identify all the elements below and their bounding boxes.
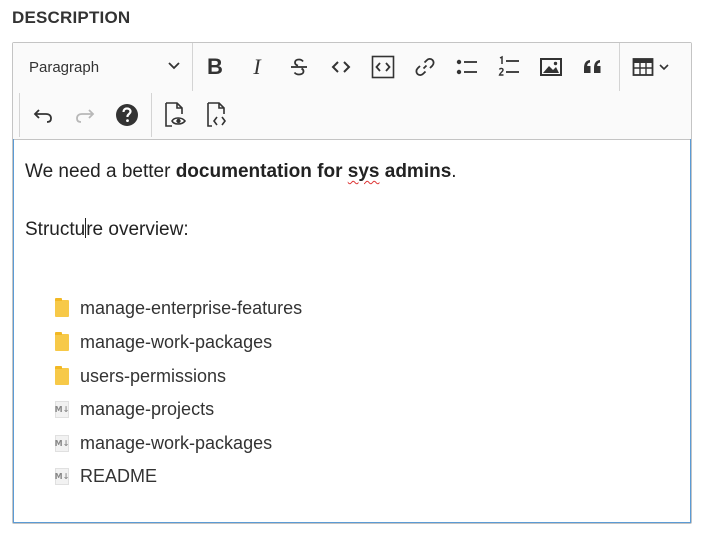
bulleted-list-button[interactable] [449,49,485,85]
insert-table-button[interactable] [625,49,677,85]
folder-icon [52,297,72,318]
strikethrough-icon [291,58,307,76]
tree-item-label: manage-work-packages [80,432,273,453]
editor-toolbar: Paragraph B I [13,43,691,140]
toolbar-divider [619,43,620,91]
intro-bold-text-end: admins [379,161,452,182]
bold-button[interactable]: B [197,49,233,85]
structure-text-start: Structu [25,219,86,240]
preview-icon [165,102,187,127]
code-block-icon [371,55,395,79]
help-button[interactable] [109,97,145,133]
tree-item-file: M↓ manage-work-packages [52,428,272,458]
tree-item-label: README [80,465,158,486]
preview-button[interactable] [157,97,193,133]
heading-select-value: Paragraph [29,58,100,76]
quote-icon [584,60,601,73]
tree-item-folder: manage-enterprise-features [52,293,302,323]
code-icon [331,61,351,73]
editor-content[interactable]: We need a better documentation for sys a… [13,139,691,523]
chevron-down-icon [167,58,181,76]
folder-icon [52,331,72,352]
tree-item-label: manage-work-packages [80,331,273,352]
table-icon [632,58,654,76]
intro-text: We need a better [25,161,176,182]
rich-text-editor: Paragraph B I We need a better documenta… [12,42,692,524]
image-icon [540,58,562,76]
bold-icon: B [207,54,223,79]
structure-text-end: re overview: [86,219,189,240]
redo-button[interactable] [67,97,103,133]
italic-icon: I [253,54,261,79]
code-block-button[interactable] [365,49,401,85]
chevron-down-icon [659,64,669,71]
tree-item-folder: manage-work-packages [52,327,272,357]
intro-bold-text: documentation for [175,161,348,182]
tree-item-folder: users-permissions [52,361,226,391]
toolbar-divider [192,43,193,91]
redo-icon [76,109,95,123]
misspelled-word: sys [347,161,380,182]
source-mode-button[interactable] [199,97,235,133]
undo-button[interactable] [25,97,61,133]
bulleted-list-icon [456,59,477,75]
strikethrough-button[interactable] [281,49,317,85]
undo-icon [33,109,52,123]
description-label: DESCRIPTION [12,8,131,27]
tree-item-file: M↓ README [52,461,157,491]
help-icon [116,104,138,126]
tree-item-file: M↓ manage-projects [52,394,214,424]
folder-icon [52,365,72,386]
tree-item-label: manage-enterprise-features [80,297,303,318]
paragraph-structure: Structure overview: [25,218,189,241]
intro-period: . [451,161,457,182]
inline-code-button[interactable] [323,49,359,85]
toolbar-divider [19,93,20,137]
tree-item-label: manage-projects [80,398,215,419]
markdown-file-icon: M↓ [52,399,72,419]
toolbar-divider [151,93,152,137]
source-code-icon [207,102,226,127]
numbered-list-icon [498,55,519,76]
markdown-file-icon: M↓ [52,433,72,453]
link-icon [415,58,435,76]
paragraph-intro: We need a better documentation for sys a… [25,161,457,183]
heading-select[interactable]: Paragraph [19,47,189,87]
numbered-list-button[interactable] [491,49,527,85]
tree-item-label: users-permissions [80,365,227,386]
markdown-file-icon: M↓ [52,466,72,486]
insert-image-button[interactable] [533,49,569,85]
italic-button[interactable]: I [239,49,275,85]
block-quote-button[interactable] [575,49,611,85]
link-button[interactable] [407,49,443,85]
